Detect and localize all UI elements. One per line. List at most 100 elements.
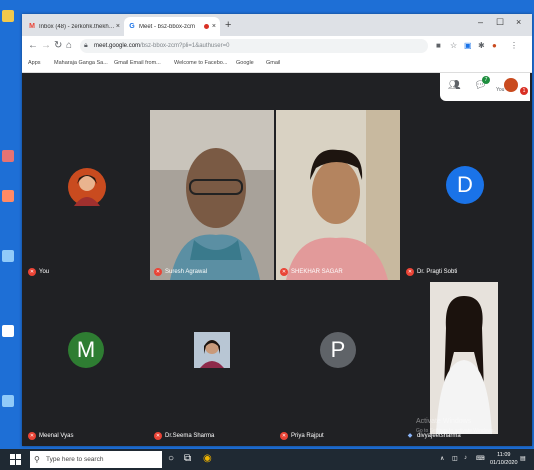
participant-name: SHEKHAR SAGAR (291, 269, 343, 275)
mic-off-icon: ✕ (280, 268, 288, 276)
forward-icon[interactable]: → (41, 40, 51, 51)
speaking-indicator-icon: ◆ (407, 433, 413, 439)
participant-count-badge: 7 (482, 76, 490, 84)
reload-icon[interactable]: ↻ (54, 40, 62, 51)
maximize-button[interactable]: ☐ (496, 17, 504, 28)
self-avatar (504, 78, 518, 92)
search-icon: ⚲ (34, 455, 40, 464)
chrome-taskbar-icon[interactable]: ◉ (203, 453, 212, 464)
url-host: meet.google.com (94, 43, 141, 49)
windows-start-icon[interactable] (10, 454, 21, 465)
taskbar-search-box[interactable]: ⚲ Type here to search (30, 451, 162, 468)
camera-icon[interactable]: ■ (436, 41, 441, 50)
participant-nameplate: ✕ Meenal Vyas (28, 432, 73, 440)
star-icon[interactable]: ☆ (450, 41, 457, 50)
bookmark-item[interactable]: Google (236, 60, 254, 66)
close-tab-icon[interactable]: × (116, 23, 120, 30)
participant-tile-divyajeet[interactable]: Activate Windows Go to Settings to activ… (402, 282, 528, 444)
participant-nameplate: ✕ Dr.Seema Sharma (154, 432, 214, 440)
desktop-app-icon[interactable] (2, 250, 14, 262)
clock-date: 01/10/2020 (490, 460, 518, 466)
bookmark-item[interactable]: Gmail Email from... (114, 60, 161, 66)
tab-label: Inbox (48) - zerkohk.thekhawat... (39, 23, 116, 30)
participant-nameplate: ✕ Dr. Pragti Sobti (406, 268, 457, 276)
taskbar-clock[interactable]: 11:09 01/10/2020 (490, 451, 518, 467)
profile-icon[interactable]: ● (492, 41, 497, 50)
desktop-app-icon[interactable] (2, 395, 14, 407)
participant-nameplate: ✕ You (28, 268, 49, 276)
address-bar[interactable]: 🔒︎ meet.google.com/bsz-bbox-zcm?pli=1&au… (80, 39, 428, 53)
desktop-app-icon[interactable] (2, 190, 14, 202)
bookmark-apps[interactable]: Apps (28, 60, 41, 66)
participant-tile-video[interactable]: ✕ Suresh Agrawal (150, 110, 274, 280)
participant-name: Dr. Pragti Sobti (417, 269, 458, 275)
avatar (68, 168, 106, 206)
participant-nameplate: ✕ SHEKHAR SAGAR (280, 268, 343, 276)
close-tab-icon[interactable]: × (212, 23, 216, 30)
tab-meet[interactable]: G Meet - bsz-bbox-zcm × (124, 17, 220, 36)
desktop-folder-icon[interactable] (2, 10, 14, 22)
video-feed (276, 110, 400, 280)
puzzle-icon[interactable]: ✱ (478, 41, 485, 50)
windows-taskbar: ⚲ Type here to search ○ ⧉ ◉ ∧ ◫ ♪ ⌨ 11:0… (0, 449, 534, 470)
home-icon[interactable]: ⌂ (66, 40, 72, 51)
mic-off-icon: ✕ (28, 268, 36, 276)
meet-call-area: 👥︎ 💬︎ 7 You 1 ✕ You ✕ Suresh Agrawal ✕ S… (22, 73, 532, 446)
bookmark-item[interactable]: Maharaja Ganga Sa... (54, 60, 108, 66)
participant-nameplate: ✕ Suresh Agrawal (154, 268, 207, 276)
participant-name: Suresh Agrawal (165, 269, 208, 275)
participant-tile-priya[interactable]: P ✕ Priya Rajput (276, 282, 400, 444)
participant-tile-seema[interactable]: ✕ Dr.Seema Sharma (150, 282, 274, 444)
chrome-window: M Inbox (48) - zerkohk.thekhawat... × G … (22, 14, 532, 446)
avatar: M (68, 332, 104, 368)
participant-name: divyajeetsharma (417, 433, 461, 439)
participant-name: Dr.Seema Sharma (165, 433, 215, 439)
participant-name: You (39, 269, 50, 275)
url-path: /bsz-bbox-zcm?pli=1&authuser=0 (140, 43, 230, 49)
participant-tile-video[interactable]: ✕ SHEKHAR SAGAR (276, 110, 400, 280)
tab-gmail[interactable]: M Inbox (48) - zerkohk.thekhawat... × (24, 17, 124, 36)
meet-top-panel: 👥︎ 💬︎ 7 You 1 (440, 73, 530, 101)
close-window-button[interactable]: × (516, 17, 521, 27)
participant-nameplate: ◆ divyajeetsharma (406, 432, 461, 440)
language-icon[interactable]: ⌨ (476, 455, 485, 462)
participant-name: Priya Rajput (291, 433, 324, 439)
new-tab-button[interactable]: + (225, 19, 231, 31)
participant-name: Meenal Vyas (39, 433, 74, 439)
extension-icon[interactable]: ▣ (464, 41, 472, 50)
mic-off-icon: ✕ (280, 432, 288, 440)
avatar (194, 332, 230, 368)
activate-windows-title: Activate Windows (416, 418, 472, 425)
meet-icon: G (129, 22, 135, 30)
bookmarks-bar: Apps Maharaja Ganga Sa... Gmail Email fr… (22, 56, 532, 73)
menu-icon[interactable]: ⋮ (510, 41, 518, 50)
participant-tile-pragti[interactable]: D ✕ Dr. Pragti Sobti (402, 110, 528, 280)
back-icon[interactable]: ← (28, 40, 38, 51)
tab-label: Meet - bsz-bbox-zcm (139, 23, 196, 30)
task-view-icon[interactable]: ⧉ (184, 453, 191, 464)
notifications-icon[interactable]: ▤ (520, 455, 526, 462)
participant-tile-you[interactable]: ✕ You (24, 110, 148, 280)
bookmark-item[interactable]: Gmail (266, 60, 280, 66)
mic-off-icon: ✕ (406, 268, 414, 276)
people-icon[interactable]: 👥︎ (448, 80, 461, 91)
tray-chevron-icon[interactable]: ∧ (440, 455, 444, 462)
participant-tile-meenal[interactable]: M ✕ Meenal Vyas (24, 282, 148, 444)
clock-time: 11:09 (497, 452, 511, 458)
desktop-app-icon[interactable] (2, 325, 14, 337)
lock-icon: 🔒︎ (84, 42, 88, 49)
gmail-icon: M (29, 22, 35, 30)
recording-icon (203, 24, 209, 29)
avatar: P (320, 332, 356, 368)
bookmark-item[interactable]: Welcome to Facebo... (174, 60, 227, 66)
network-icon[interactable]: ◫ (452, 455, 458, 462)
desktop-app-icon[interactable] (2, 150, 14, 162)
volume-icon[interactable]: ♪ (464, 455, 467, 461)
cortana-icon[interactable]: ○ (168, 453, 174, 464)
video-feed (430, 282, 498, 434)
mic-off-icon: ✕ (154, 268, 162, 276)
mic-off-icon: ✕ (28, 432, 36, 440)
video-feed (150, 110, 274, 280)
self-label: You (496, 87, 505, 93)
minimize-button[interactable]: – (478, 17, 483, 27)
